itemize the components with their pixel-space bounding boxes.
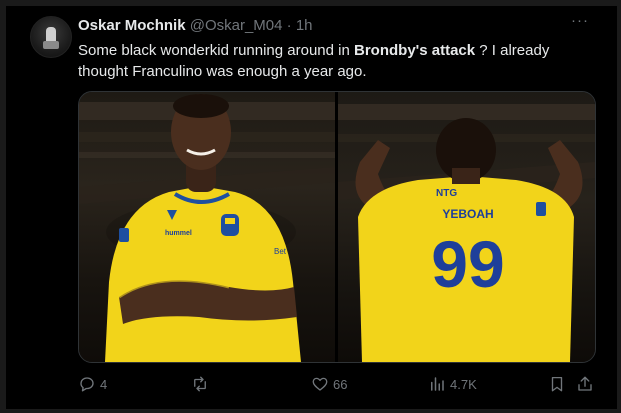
jersey-player-name: YEBOAH [442, 207, 493, 221]
tweet-actions: 4 66 4.7K [78, 372, 598, 396]
bookmark-icon [551, 376, 563, 392]
header-separator: · [286, 17, 292, 34]
author-handle[interactable]: @Oskar_M04 [190, 17, 283, 34]
tweet-header: Oskar Mochnik @Oskar_M04 · 1h [78, 17, 313, 34]
media-photo-2[interactable]: NTG YEBOAH 99 [338, 92, 595, 362]
svg-text:Bet: Bet [274, 247, 287, 256]
avatar[interactable] [30, 16, 72, 58]
reply-count: 4 [100, 376, 108, 392]
views-icon [431, 377, 444, 391]
views-count: 4.7K [450, 376, 477, 392]
repost-button[interactable] [191, 372, 213, 396]
views-button[interactable]: 4.7K [428, 372, 477, 396]
repost-icon [194, 376, 206, 392]
photo-2-sponsor: NTG [436, 188, 457, 199]
window-frame-bottom [0, 409, 621, 413]
window-frame-top [0, 0, 621, 6]
author-name[interactable]: Oskar Mochnik [78, 17, 186, 34]
like-count: 66 [333, 376, 348, 392]
photo-1-illustration: hummel Bet [79, 94, 335, 362]
share-icon [578, 376, 592, 391]
more-options-button[interactable]: ··· [570, 13, 590, 34]
avatar-figure-base [43, 41, 59, 49]
window-frame-left [0, 0, 6, 413]
media-photo-1[interactable]: hummel Bet [79, 92, 335, 362]
tweet-media: hummel Bet NTG YEBOAH 99 [78, 91, 596, 363]
window-frame-right [617, 0, 621, 413]
tweet-time[interactable]: 1h [296, 17, 313, 34]
tweet-text-part1: Some black wonderkid running around in [78, 42, 354, 59]
share-button[interactable] [576, 372, 594, 396]
reply-button[interactable]: 4 [78, 372, 107, 396]
reply-icon [80, 377, 94, 392]
photo-2-illustration: NTG YEBOAH 99 [338, 104, 595, 362]
jersey-number: 99 [431, 227, 504, 301]
like-button[interactable]: 66 [311, 372, 347, 396]
svg-text:hummel: hummel [165, 230, 192, 237]
tweet-text: Some black wonderkid running around in B… [78, 40, 588, 82]
tweet-text-bold: Brondby's attack [354, 42, 476, 59]
heart-icon [312, 377, 328, 391]
bookmark-button[interactable] [548, 372, 566, 396]
